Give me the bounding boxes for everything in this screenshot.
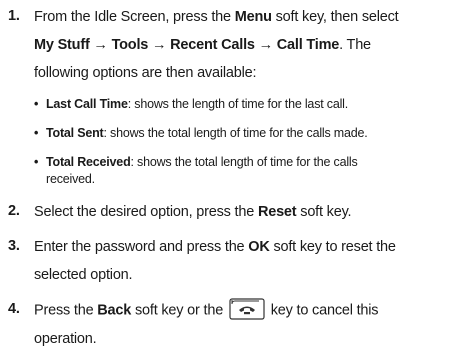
text: From the Idle Screen, press the: [34, 9, 235, 25]
text: selected option.: [34, 267, 133, 283]
text: following options are then available:: [34, 65, 257, 81]
instruction-document: 1. From the Idle Screen, press the Menu …: [0, 0, 473, 363]
bullet-icon: •: [34, 155, 39, 169]
step-1-line-2: My Stuff → Tools → Recent Calls → Call T…: [34, 36, 371, 54]
bullet-desc: : shows the total length of time for the…: [103, 126, 368, 140]
text: Press the: [34, 302, 98, 319]
step-3-line-2: selected option.: [34, 266, 133, 284]
bullet-icon: •: [34, 126, 39, 140]
step-4-line-1: Press the Back soft key or the key to ca…: [34, 298, 379, 320]
step-2-line-1: Select the desired option, press the Res…: [34, 203, 352, 221]
bullet-term: Last Call Time: [46, 97, 128, 111]
menu-path-recent-calls: Recent Calls: [170, 37, 255, 53]
back-key-label: Back: [97, 302, 132, 319]
text: soft key to reset the: [269, 239, 396, 255]
step-number: 2.: [8, 203, 20, 219]
end-call-key-icon: [229, 298, 265, 320]
arrow-icon: →: [148, 37, 171, 53]
step-number: 3.: [8, 238, 20, 254]
text: soft key.: [296, 204, 352, 220]
menu-path-call-time: Call Time: [276, 37, 340, 53]
text: . The: [339, 37, 371, 53]
text: soft key or the: [131, 302, 224, 319]
menu-key-label: Menu: [234, 9, 272, 25]
text: Select the desired option, press the: [34, 204, 258, 220]
bullet-line: Last Call Time: shows the length of time…: [46, 96, 348, 112]
arrow-icon: →: [89, 37, 112, 53]
menu-path-my-stuff: My Stuff: [34, 37, 90, 53]
arrow-icon: →: [254, 37, 277, 53]
text: soft key, then select: [271, 9, 399, 25]
bullet-desc: : shows the total length of time for the…: [130, 155, 358, 169]
step-3-line-1: Enter the password and press the OK soft…: [34, 238, 396, 256]
bullet-desc: received.: [46, 172, 95, 186]
step-number: 1.: [8, 8, 20, 24]
text: key to cancel this: [266, 302, 379, 319]
bullet-term: Total Received: [46, 155, 131, 169]
step-1-line-1: From the Idle Screen, press the Menu sof…: [34, 8, 399, 26]
bullet-icon: •: [34, 97, 39, 111]
step-4-line-2: operation.: [34, 330, 97, 348]
ok-key-label: OK: [248, 239, 270, 255]
bullet-desc: : shows the length of time for the last …: [127, 97, 349, 111]
bullet-line: received.: [46, 171, 95, 187]
menu-path-tools: Tools: [111, 37, 149, 53]
bullet-line: Total Received: shows the total length o…: [46, 154, 358, 170]
bullet-term: Total Sent: [46, 126, 104, 140]
text: Enter the password and press the: [34, 239, 249, 255]
reset-key-label: Reset: [257, 204, 297, 220]
text: operation.: [34, 331, 97, 347]
step-number: 4.: [8, 301, 20, 317]
bullet-line: Total Sent: shows the total length of ti…: [46, 125, 368, 141]
step-1-line-3: following options are then available:: [34, 64, 257, 82]
